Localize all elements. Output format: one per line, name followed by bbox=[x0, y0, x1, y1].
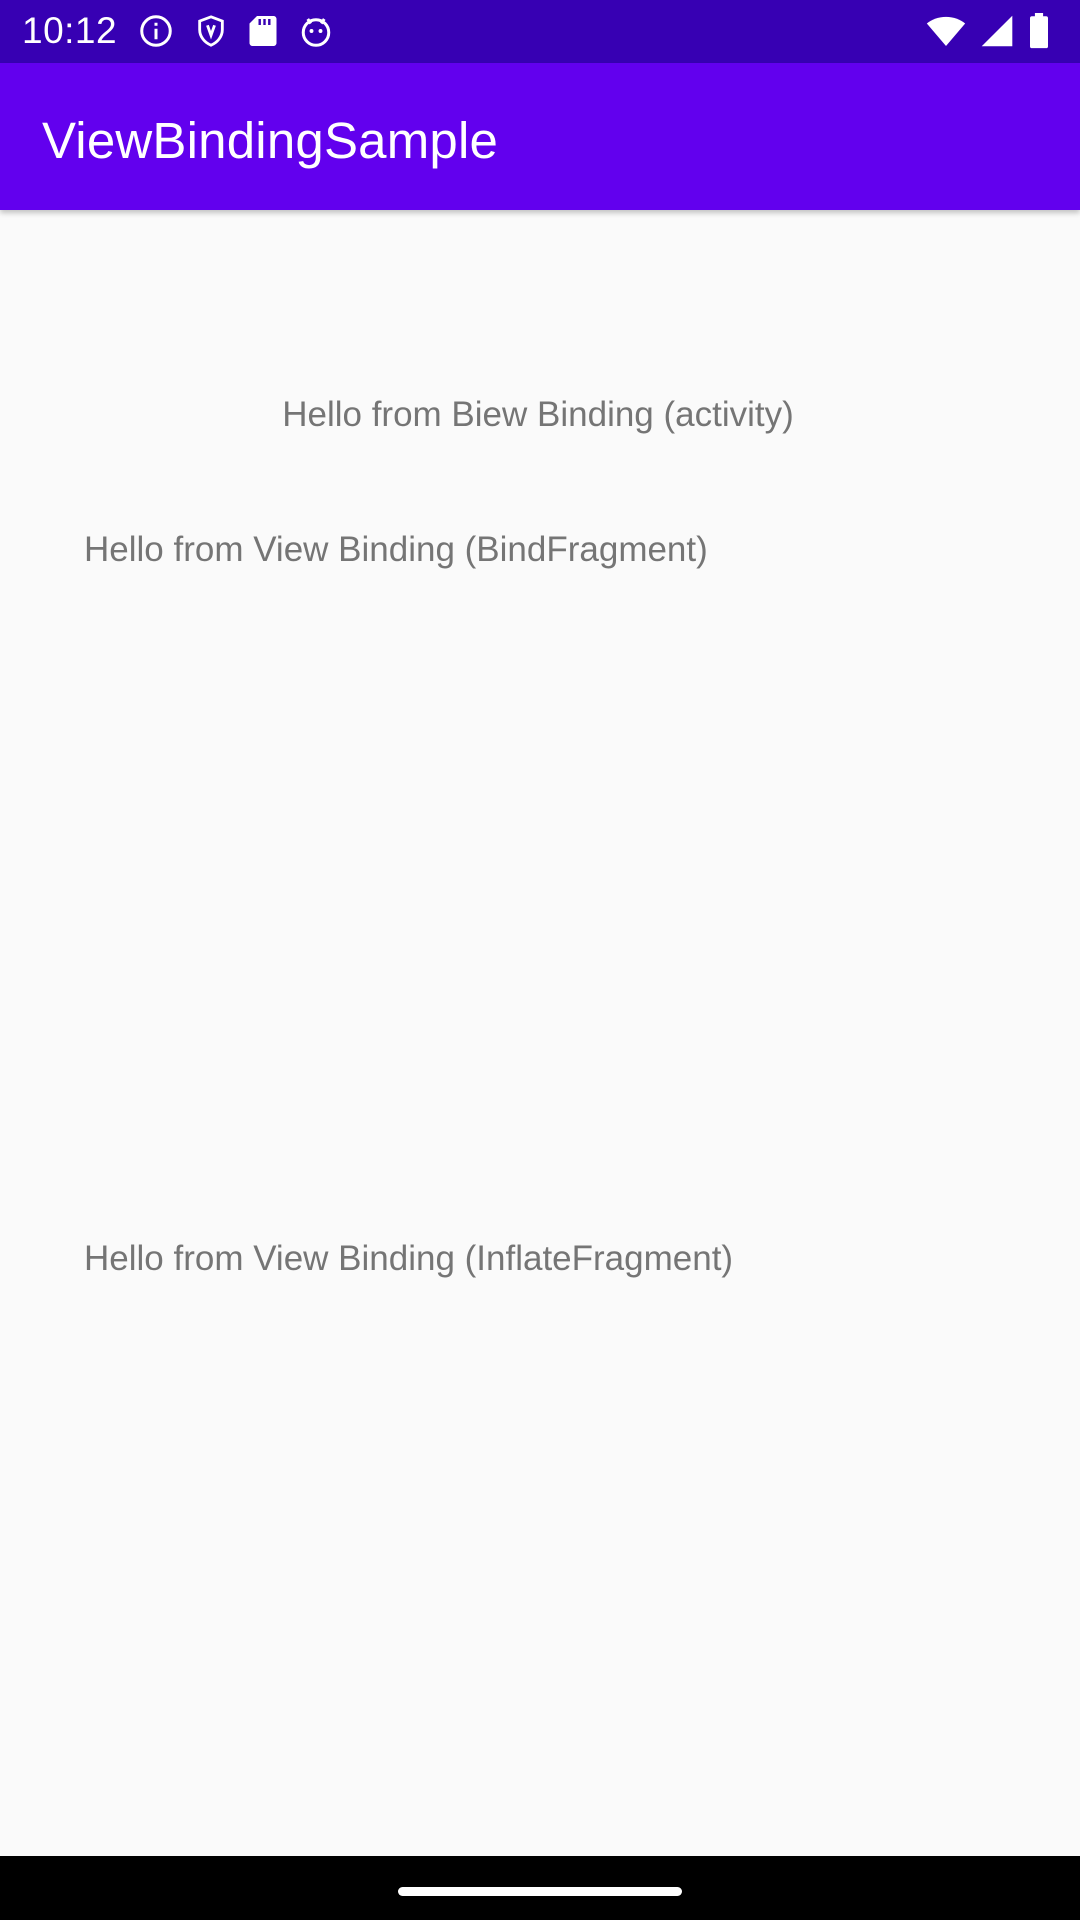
app-bar: ViewBindingSample bbox=[0, 63, 1080, 210]
status-bar: 10:12 bbox=[0, 0, 1080, 63]
status-notification-icons bbox=[138, 13, 334, 49]
sd-card-icon bbox=[248, 13, 278, 49]
cellular-signal-icon bbox=[980, 14, 1014, 48]
shield-icon bbox=[194, 13, 228, 49]
status-system-icons bbox=[926, 13, 1050, 49]
main-content: Hello from Biew Binding (activity) Hello… bbox=[0, 210, 1080, 1856]
android-debug-icon bbox=[298, 13, 334, 49]
bind-fragment-text: Hello from View Binding (BindFragment) bbox=[84, 530, 708, 569]
app-screen: 10:12 ViewBindingSample Hello from Biew … bbox=[0, 0, 1080, 1920]
status-time: 10:12 bbox=[22, 10, 118, 51]
wifi-icon bbox=[926, 14, 966, 48]
info-icon bbox=[138, 13, 174, 49]
activity-text: Hello from Biew Binding (activity) bbox=[282, 395, 794, 434]
battery-icon bbox=[1028, 13, 1050, 49]
navigation-bar bbox=[0, 1856, 1080, 1920]
app-title: ViewBindingSample bbox=[42, 112, 499, 169]
inflate-fragment-text: Hello from View Binding (InflateFragment… bbox=[84, 1239, 734, 1278]
home-indicator[interactable] bbox=[398, 1887, 682, 1896]
